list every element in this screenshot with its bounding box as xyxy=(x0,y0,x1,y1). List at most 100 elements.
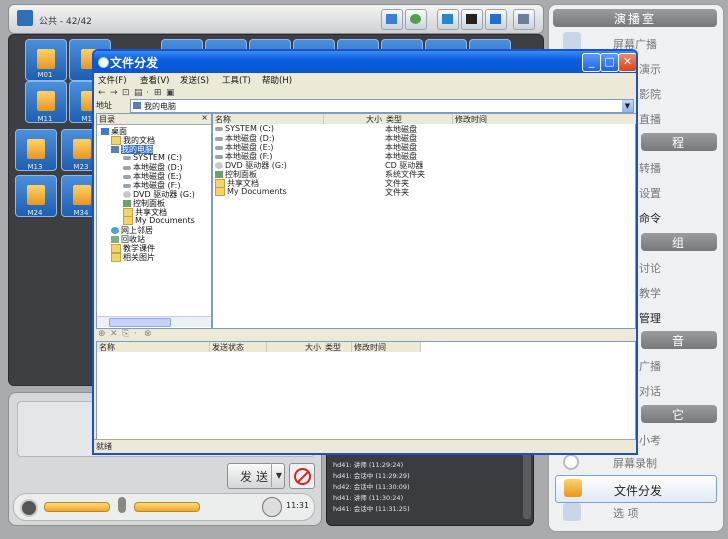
view-dropdown-icon[interactable]: · xyxy=(146,88,149,98)
drive-icon xyxy=(215,126,223,131)
scroll-thumb[interactable] xyxy=(109,318,171,327)
refresh-icon[interactable] xyxy=(405,9,427,30)
cancel-icon[interactable]: ⊗ xyxy=(144,329,152,339)
forward-icon[interactable]: → xyxy=(110,88,118,98)
column-size[interactable]: 大小 xyxy=(324,114,385,124)
clock-icon xyxy=(262,497,282,517)
student-name: M01 xyxy=(37,71,53,79)
log-line: hd41: 讲师 (11:30:24) xyxy=(333,494,404,502)
back-icon[interactable]: ← xyxy=(98,88,106,98)
file-distribution-icon xyxy=(564,479,582,497)
column-type[interactable]: 类型 xyxy=(384,114,453,124)
speaker-icon[interactable] xyxy=(20,499,38,517)
refresh-icon[interactable]: ⊞ xyxy=(154,88,162,98)
sidebar-item-management[interactable]: 管理 xyxy=(639,310,661,326)
folder-options-icon[interactable]: ▣ xyxy=(166,88,175,98)
view-icon[interactable]: ▤ xyxy=(134,88,143,98)
sidebar-item-screen-record[interactable]: 屏幕录制 xyxy=(613,455,657,471)
list-item[interactable]: SYSTEM (C:) xyxy=(215,124,274,133)
tree-item[interactable]: My Documents xyxy=(123,216,195,225)
column-modified[interactable]: 修改时间 xyxy=(453,114,636,124)
record-icon xyxy=(563,454,579,470)
item-type: 文件夹 xyxy=(385,188,409,197)
sidebar-header-other[interactable]: 它 xyxy=(641,405,717,423)
sidebar-item-file-distribution[interactable]: 文件分发 xyxy=(555,475,717,503)
column-type[interactable]: 类型 xyxy=(323,342,352,352)
sidebar-item-cinema[interactable]: 影院 xyxy=(639,86,661,102)
item-name: SYSTEM (C:) xyxy=(225,124,274,133)
control-panel-icon xyxy=(123,200,131,207)
sidebar-item-relay[interactable]: 转播 xyxy=(639,160,661,176)
dialog-title: 文件分发 xyxy=(110,56,159,70)
tree-scrollbar[interactable] xyxy=(97,316,211,327)
network-icon[interactable] xyxy=(437,9,459,30)
sidebar-header-studio[interactable]: 演播室 xyxy=(553,9,717,27)
sidebar-item-live[interactable]: 直播 xyxy=(639,111,661,127)
monitor-icon[interactable] xyxy=(381,9,403,30)
student-name: M24 xyxy=(27,209,43,217)
top-toolbar: 公共 - 42/42 xyxy=(8,4,544,34)
broadcast-icon[interactable] xyxy=(485,9,507,30)
menu-help[interactable]: 帮助(H) xyxy=(262,74,292,86)
sidebar-header-course[interactable]: 程 xyxy=(641,133,717,151)
sidebar-item-teaching[interactable]: 教学 xyxy=(639,285,661,301)
menu-bar: 文件(F) 查看(V) 发送(S) 工具(T) 帮助(H) xyxy=(94,73,636,87)
tree-close-icon[interactable]: × xyxy=(201,113,208,122)
add-file-icon[interactable]: ⊕ xyxy=(98,329,106,339)
maximize-button[interactable]: □ xyxy=(600,53,619,72)
list-item[interactable]: My Documents xyxy=(215,187,287,196)
view-menu-icon[interactable] xyxy=(513,9,535,30)
menu-view[interactable]: 查看(V) xyxy=(140,74,169,86)
toolbar: ← → ⊡ ▤ · ⊞ ▣ xyxy=(94,87,636,99)
sidebar-item-audio-broadcast[interactable]: 广播 xyxy=(639,358,661,374)
log-line: hd41: 会话中 (11:29:29) xyxy=(333,472,410,480)
remove-icon[interactable]: ✕ xyxy=(110,329,118,339)
sidebar-item-demo[interactable]: 演示 xyxy=(639,61,661,77)
sidebar-item-settings[interactable]: 设置 xyxy=(639,185,661,201)
up-icon[interactable]: ⊡ xyxy=(122,88,130,98)
group-grid-icon[interactable] xyxy=(17,10,33,26)
media-bar: 11:31 xyxy=(13,493,315,521)
move-icon[interactable]: · xyxy=(134,329,137,339)
app-icon xyxy=(98,57,109,68)
forbidden-icon xyxy=(294,468,311,485)
tree-label: My Documents xyxy=(135,216,195,225)
student-name: M11 xyxy=(37,115,53,123)
menu-file[interactable]: 文件(F) xyxy=(98,74,127,86)
copy-icon[interactable]: ⎘ xyxy=(122,329,129,339)
address-dropdown-icon[interactable]: ▼ xyxy=(622,100,633,112)
tree-item[interactable]: SYSTEM (C:) xyxy=(123,153,182,162)
tree-item[interactable]: 相关图片 xyxy=(111,252,155,263)
log-line: hd42: 会话中 (11:30:09) xyxy=(333,483,410,491)
title-bar[interactable]: 文件分发 _ □ ✕ xyxy=(94,51,636,73)
stop-button[interactable] xyxy=(289,463,315,489)
column-name[interactable]: 名称 xyxy=(97,342,210,352)
sidebar-item-options[interactable]: 选 项 xyxy=(613,505,639,521)
volume-slider[interactable] xyxy=(44,502,110,512)
sidebar-header-audio[interactable]: 音 xyxy=(641,331,717,349)
drive-icon xyxy=(123,165,131,170)
student-name: M13 xyxy=(27,163,43,171)
mic-slider[interactable] xyxy=(134,502,200,512)
close-button[interactable]: ✕ xyxy=(618,53,636,72)
sidebar-item-quiz[interactable]: 小考 xyxy=(639,432,661,448)
file-distribution-dialog: 文件分发 _ □ ✕ 文件(F) 查看(V) 发送(S) 工具(T) 帮助(H)… xyxy=(92,49,638,455)
minimize-button[interactable]: _ xyxy=(582,53,601,72)
sidebar-header-group[interactable]: 组 xyxy=(641,233,717,251)
sidebar-item-dialog[interactable]: 对话 xyxy=(639,383,661,399)
column-size[interactable]: 大小 xyxy=(267,342,324,352)
send-dropdown-icon[interactable]: ▼ xyxy=(271,463,286,487)
sidebar-item-discussion[interactable]: 讨论 xyxy=(639,260,661,276)
column-modified[interactable]: 修改时间 xyxy=(352,342,421,352)
address-input[interactable]: 我的电脑 ▼ xyxy=(130,99,634,113)
drive-icon xyxy=(123,183,131,188)
menu-tools[interactable]: 工具(T) xyxy=(222,74,251,86)
column-send-status[interactable]: 发送状态 xyxy=(210,342,267,352)
menu-send[interactable]: 发送(S) xyxy=(180,74,209,86)
screen-icon[interactable] xyxy=(461,9,483,30)
microphone-icon[interactable] xyxy=(118,497,126,513)
sidebar-item-command[interactable]: 命令 xyxy=(639,210,661,226)
folder-tree: 目录 × 桌面 我的文档 我的电脑 SYSTEM (C:) 本地磁盘 (D:) … xyxy=(96,113,212,329)
column-name[interactable]: 名称 xyxy=(213,114,324,124)
control-panel-icon xyxy=(215,171,223,178)
